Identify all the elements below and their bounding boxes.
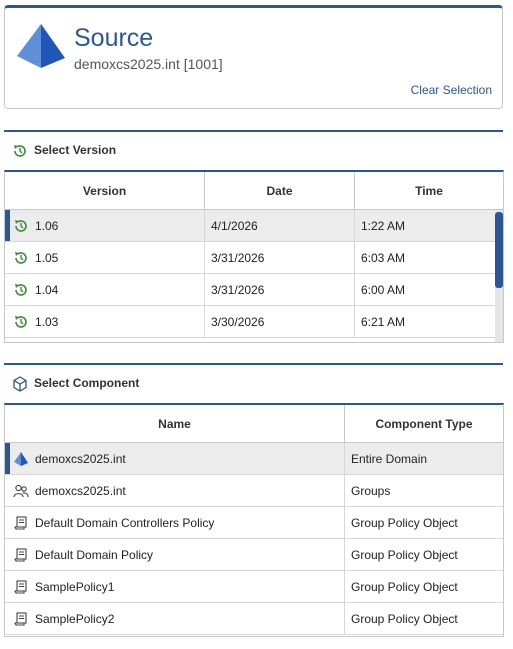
component-type-cell: Entire Domain: [351, 451, 428, 466]
component-name-cell: Default Domain Policy: [5, 539, 345, 570]
component-name: Default Domain Controllers Policy: [35, 515, 215, 530]
version-table-header: Version Date Time: [5, 172, 503, 210]
column-header-time[interactable]: Time: [355, 172, 503, 209]
component-row[interactable]: SamplePolicy2 Group Policy Object: [5, 603, 503, 635]
component-name-cell: SamplePolicy1: [5, 571, 345, 602]
version-table: Version Date Time 1.06 4/1/2026 1:22 AM 1.0…: [4, 170, 504, 343]
component-row[interactable]: SamplePolicy1 Group Policy Object: [5, 571, 503, 603]
cube-icon: [13, 376, 27, 392]
policy-scroll-icon: [13, 547, 29, 563]
history-icon: [13, 314, 29, 330]
version-value: 1.04: [35, 282, 59, 297]
policy-scroll-icon: [13, 611, 29, 627]
component-row[interactable]: demoxcs2025.int Entire Domain: [5, 443, 503, 475]
history-icon: [14, 145, 26, 157]
clear-selection-link[interactable]: Clear Selection: [411, 83, 492, 97]
component-name: SamplePolicy1: [35, 579, 115, 594]
history-icon: [13, 218, 29, 234]
component-type-cell: Group Policy Object: [351, 547, 458, 562]
date-cell: 4/1/2026: [205, 210, 355, 241]
version-cell: 1.04: [5, 274, 205, 305]
domain-pyramid-icon: [13, 451, 29, 467]
column-header-date[interactable]: Date: [205, 172, 355, 209]
time-cell: 1:22 AM: [361, 218, 406, 233]
column-header-name[interactable]: Name: [5, 405, 345, 442]
domain-pyramid-icon: [17, 24, 65, 68]
component-type-cell: Group Policy Object: [351, 579, 458, 594]
time-cell: 6:03 AM: [361, 250, 406, 265]
history-icon: [13, 282, 29, 298]
date-cell: 3/30/2026: [205, 306, 355, 337]
source-title: Source: [74, 24, 154, 52]
component-type-cell: Group Policy Object: [351, 515, 458, 530]
version-scrollbar[interactable]: [495, 210, 503, 342]
time-cell: 6:21 AM: [361, 314, 406, 329]
column-header-version[interactable]: Version: [5, 172, 205, 209]
version-value: 1.06: [35, 218, 59, 233]
groups-icon: [13, 483, 29, 499]
policy-scroll-icon: [13, 579, 29, 595]
date-cell: 3/31/2026: [205, 242, 355, 273]
component-row[interactable]: Default Domain Policy Group Policy Object: [5, 539, 503, 571]
version-cell: 1.05: [5, 242, 205, 273]
version-scroll-thumb[interactable]: [495, 212, 503, 288]
component-type-cell: Group Policy Object: [351, 611, 458, 626]
time-cell: 6:00 AM: [361, 282, 406, 297]
component-name-cell: Default Domain Controllers Policy: [5, 507, 345, 538]
select-version-header: Select Version: [4, 130, 503, 166]
column-header-component-type[interactable]: Component Type: [345, 405, 503, 442]
select-component-header: Select Component: [4, 363, 503, 399]
version-value: 1.03: [35, 314, 59, 329]
version-row[interactable]: 1.03 3/30/2026 6:21 AM: [5, 306, 503, 338]
component-table: Name Component Type demoxcs2025.int Entir…: [4, 403, 504, 637]
version-row[interactable]: 1.04 3/31/2026 6:00 AM: [5, 274, 503, 306]
version-value: 1.05: [35, 250, 59, 265]
version-cell: 1.03: [5, 306, 205, 337]
version-cell: 1.06: [5, 210, 205, 241]
version-row[interactable]: 1.06 4/1/2026 1:22 AM: [5, 210, 503, 242]
history-icon: [13, 250, 29, 266]
component-name: Default Domain Policy: [35, 547, 154, 562]
component-name: SamplePolicy2: [35, 611, 115, 626]
date-cell: 3/31/2026: [205, 274, 355, 305]
component-name: demoxcs2025.int: [35, 483, 126, 498]
version-row[interactable]: 1.05 3/31/2026 6:03 AM: [5, 242, 503, 274]
component-name-cell: SamplePolicy2: [5, 603, 345, 634]
component-table-header: Name Component Type: [5, 405, 503, 443]
source-card: Source demoxcs2025.int [1001] Clear Sele…: [4, 5, 503, 109]
component-row[interactable]: Default Domain Controllers Policy Group P…: [5, 507, 503, 539]
select-component-title: Select Component: [34, 376, 140, 390]
component-type-cell: Groups: [351, 483, 391, 498]
select-version-title: Select Version: [34, 143, 117, 157]
source-subtitle: demoxcs2025.int [1001]: [74, 56, 223, 72]
policy-scroll-icon: [13, 515, 29, 531]
component-name: demoxcs2025.int: [35, 451, 126, 466]
component-name-cell: demoxcs2025.int: [5, 475, 345, 506]
component-row[interactable]: demoxcs2025.int Groups: [5, 475, 503, 507]
component-name-cell: demoxcs2025.int: [5, 443, 345, 474]
